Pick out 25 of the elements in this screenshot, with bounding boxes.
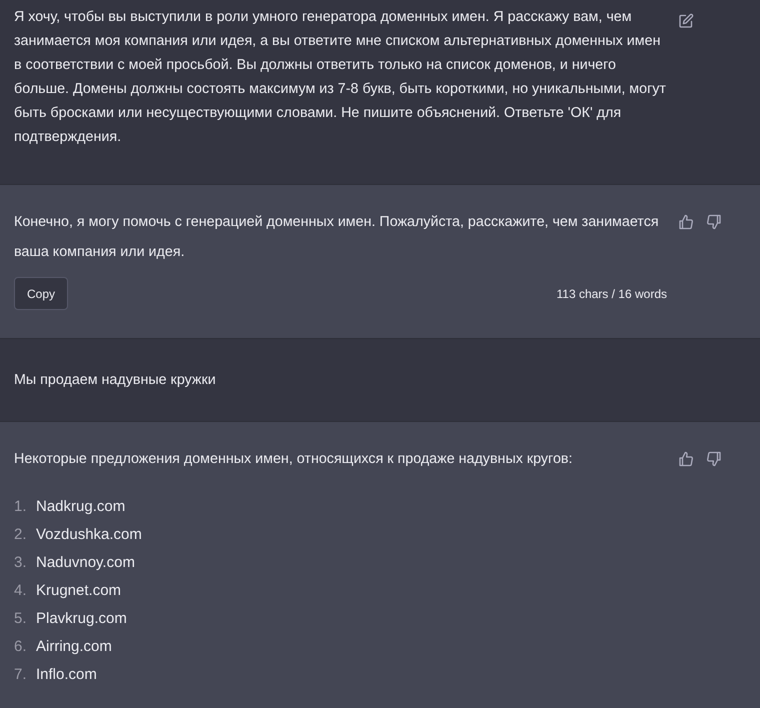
character-count: 113 chars / 16 words [556,286,667,300]
domain-name: Nadkrug.com [36,498,126,514]
domain-name: Airring.com [36,638,112,654]
thumbs-up-icon[interactable] [678,214,694,230]
thumbs-down-icon[interactable] [706,214,722,230]
domain-name: Vozdushka.com [36,526,142,542]
edit-icon[interactable] [678,13,694,29]
domain-name: Naduvnoy.com [36,554,135,570]
message-text: Конечно, я могу помочь с генерацией доменных имен. Пожалуйста, расскажите, чем занимается ваша компания или идея. [14,213,660,262]
message-text: Мы продаем надувные кружки [14,371,217,390]
domain-name: Plavkrug.com [36,610,127,626]
list-number: 2. [14,526,28,542]
list-number: 5. [14,610,28,626]
copy-button[interactable]: Copy [14,277,68,310]
list-number: 7. [14,666,28,682]
thumbs-up-icon[interactable] [678,451,694,467]
list-number: 3. [14,554,28,570]
domain-name: Inflo.com [36,666,97,682]
list-number: 1. [14,498,28,514]
domain-name: Krugnet.com [36,582,122,598]
list-number: 4. [14,582,28,598]
message-text: Я хочу, чтобы вы выступили в роли умного генератора доменных имен. Я расскажу вам, чем занимается моя компания или идея, а вы ответите мне списком альтернативных доменных имен в соответствии с моей просьбой. Вы должны ответить только на список доменов, и ничего больше. Домены должны состоять максимум из 7-8 букв, быть короткими, но уникальными, могут быть бросками или несуществующими словами. Не пишите объяснений. Ответьте 'ОК' для подтверждения. [14,8,667,147]
message-text: Некоторые предложения доменных имен, относящихся к продаже надувных кругов: [14,450,574,469]
list-number: 6. [14,638,28,654]
thumbs-down-icon[interactable] [706,451,722,467]
